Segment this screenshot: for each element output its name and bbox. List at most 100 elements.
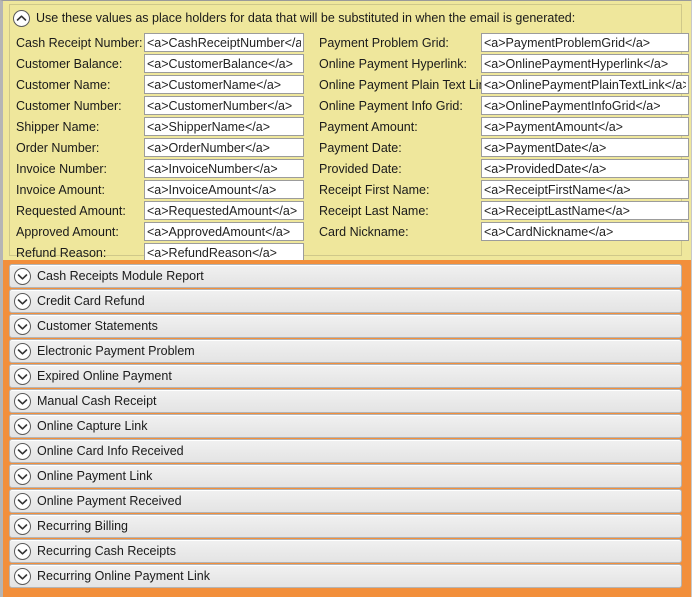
chevron-down-circle-icon[interactable] [14,317,31,335]
field-input-customer-number[interactable] [144,96,304,115]
field-input-payment-date[interactable] [481,138,689,157]
field-input-online-payment-hyperlink[interactable] [481,54,689,73]
field-input-payment-amount[interactable] [481,117,689,136]
chevron-down-circle-icon[interactable] [14,492,31,510]
field-input-receipt-last-name[interactable] [481,201,689,220]
field-input-cash-receipt-number[interactable] [144,33,304,52]
accordion-row-customer-statements[interactable]: Customer Statements [9,314,682,338]
field-input-provided-date[interactable] [481,159,689,178]
field-input-online-payment-plain-text-link[interactable] [481,75,689,94]
field-label-card-nickname: Card Nickname: [319,224,409,239]
field-label-customer-balance: Customer Balance: [16,56,123,71]
field-label-provided-date: Provided Date: [319,161,402,176]
field-row-payment-problem-grid: Payment Problem Grid: [313,32,689,53]
field-label-online-payment-hyperlink: Online Payment Hyperlink: [319,56,467,71]
chevron-down-circle-icon[interactable] [14,567,31,585]
field-row-order-number: Order Number: [10,137,304,158]
field-label-online-payment-plain-text-link: Online Payment Plain Text Link: [319,77,496,92]
accordion-row-label: Manual Cash Receipt [37,394,157,408]
field-row-online-payment-plain-text-link: Online Payment Plain Text Link: [313,74,689,95]
field-label-payment-amount: Payment Amount: [319,119,418,134]
accordion-row-manual-cash-receipt[interactable]: Manual Cash Receipt [9,389,682,413]
accordion-row-label: Online Capture Link [37,419,148,433]
field-input-invoice-number[interactable] [144,159,304,178]
chevron-down-circle-icon[interactable] [14,467,31,485]
field-input-shipper-name[interactable] [144,117,304,136]
accordion-row-label: Recurring Online Payment Link [37,569,210,583]
field-label-receipt-first-name: Receipt First Name: [319,182,430,197]
placeholder-fields-grid: Cash Receipt Number: Customer Balance: C… [10,32,689,262]
accordion-row-label: Electronic Payment Problem [37,344,195,358]
chevron-down-circle-icon[interactable] [14,417,31,435]
accordion-row-cash-receipts-module-report[interactable]: Cash Receipts Module Report [9,264,682,288]
field-input-requested-amount[interactable] [144,201,304,220]
field-input-customer-balance[interactable] [144,54,304,73]
field-row-customer-name: Customer Name: [10,74,304,95]
field-label-invoice-number: Invoice Number: [16,161,108,176]
field-row-invoice-number: Invoice Number: [10,158,304,179]
field-label-customer-name: Customer Name: [16,77,111,92]
accordion-row-label: Cash Receipts Module Report [37,269,204,283]
field-row-payment-amount: Payment Amount: [313,116,689,137]
accordion-row-label: Online Card Info Received [37,444,184,458]
accordion-row-online-capture-link[interactable]: Online Capture Link [9,414,682,438]
field-input-receipt-first-name[interactable] [481,180,689,199]
field-label-order-number: Order Number: [16,140,100,155]
field-input-online-payment-info-grid[interactable] [481,96,689,115]
accordion-row-online-payment-received[interactable]: Online Payment Received [9,489,682,513]
field-label-receipt-last-name: Receipt Last Name: [319,203,429,218]
accordion-list: Cash Receipts Module Report Credit Card … [9,264,682,592]
field-row-approved-amount: Approved Amount: [10,221,304,242]
placeholder-panel-header[interactable]: Use these values as place holders for da… [10,5,575,31]
field-row-payment-date: Payment Date: [313,137,689,158]
field-label-cash-receipt-number: Cash Receipt Number: [16,35,143,50]
field-label-customer-number: Customer Number: [16,98,122,113]
accordion-row-recurring-billing[interactable]: Recurring Billing [9,514,682,538]
field-row-online-payment-hyperlink: Online Payment Hyperlink: [313,53,689,74]
field-input-order-number[interactable] [144,138,304,157]
field-row-provided-date: Provided Date: [313,158,689,179]
field-row-receipt-first-name: Receipt First Name: [313,179,689,200]
placeholder-panel-header-text: Use these values as place holders for da… [36,11,576,25]
field-row-online-payment-info-grid: Online Payment Info Grid: [313,95,689,116]
chevron-down-circle-icon[interactable] [14,292,31,310]
accordion-row-credit-card-refund[interactable]: Credit Card Refund [9,289,682,313]
chevron-down-circle-icon[interactable] [14,542,31,560]
chevron-down-circle-icon[interactable] [14,517,31,535]
accordion-row-label: Recurring Billing [37,519,129,533]
chevron-up-circle-icon[interactable] [13,9,30,27]
chevron-down-circle-icon[interactable] [14,367,31,385]
field-label-requested-amount: Requested Amount: [16,203,126,218]
chevron-down-circle-icon[interactable] [14,267,31,285]
accordion-row-label: Online Payment Link [37,469,153,483]
chevron-down-circle-icon[interactable] [14,392,31,410]
field-row-card-nickname: Card Nickname: [313,221,689,242]
accordion-row-label: Credit Card Refund [37,294,145,308]
field-label-refund-reason: Refund Reason: [16,245,107,260]
field-label-approved-amount: Approved Amount: [16,224,119,239]
accordion-row-expired-online-payment[interactable]: Expired Online Payment [9,364,682,388]
field-label-invoice-amount: Invoice Amount: [16,182,105,197]
field-input-payment-problem-grid[interactable] [481,33,689,52]
field-input-approved-amount[interactable] [144,222,304,241]
chevron-down-circle-icon[interactable] [14,442,31,460]
accordion-row-electronic-payment-problem[interactable]: Electronic Payment Problem [9,339,682,363]
accordion-row-label: Expired Online Payment [37,369,172,383]
field-row-cash-receipt-number: Cash Receipt Number: [10,32,304,53]
chevron-down-circle-icon[interactable] [14,342,31,360]
accordion-row-online-card-info-received[interactable]: Online Card Info Received [9,439,682,463]
placeholder-panel-inner: Use these values as place holders for da… [9,4,689,262]
field-input-invoice-amount[interactable] [144,180,304,199]
accordion-row-online-payment-link[interactable]: Online Payment Link [9,464,682,488]
accordion-row-recurring-online-payment-link[interactable]: Recurring Online Payment Link [9,564,682,588]
field-label-payment-problem-grid: Payment Problem Grid: [319,35,449,50]
field-input-customer-name[interactable] [144,75,304,94]
accordion-row-label: Customer Statements [37,319,158,333]
field-row-shipper-name: Shipper Name: [10,116,304,137]
accordion-row-label: Recurring Cash Receipts [37,544,176,558]
field-input-card-nickname[interactable] [481,222,689,241]
field-label-payment-date: Payment Date: [319,140,402,155]
accordion-row-recurring-cash-receipts[interactable]: Recurring Cash Receipts [9,539,682,563]
field-row-customer-balance: Customer Balance: [10,53,304,74]
accordion-row-label: Online Payment Received [37,494,182,508]
